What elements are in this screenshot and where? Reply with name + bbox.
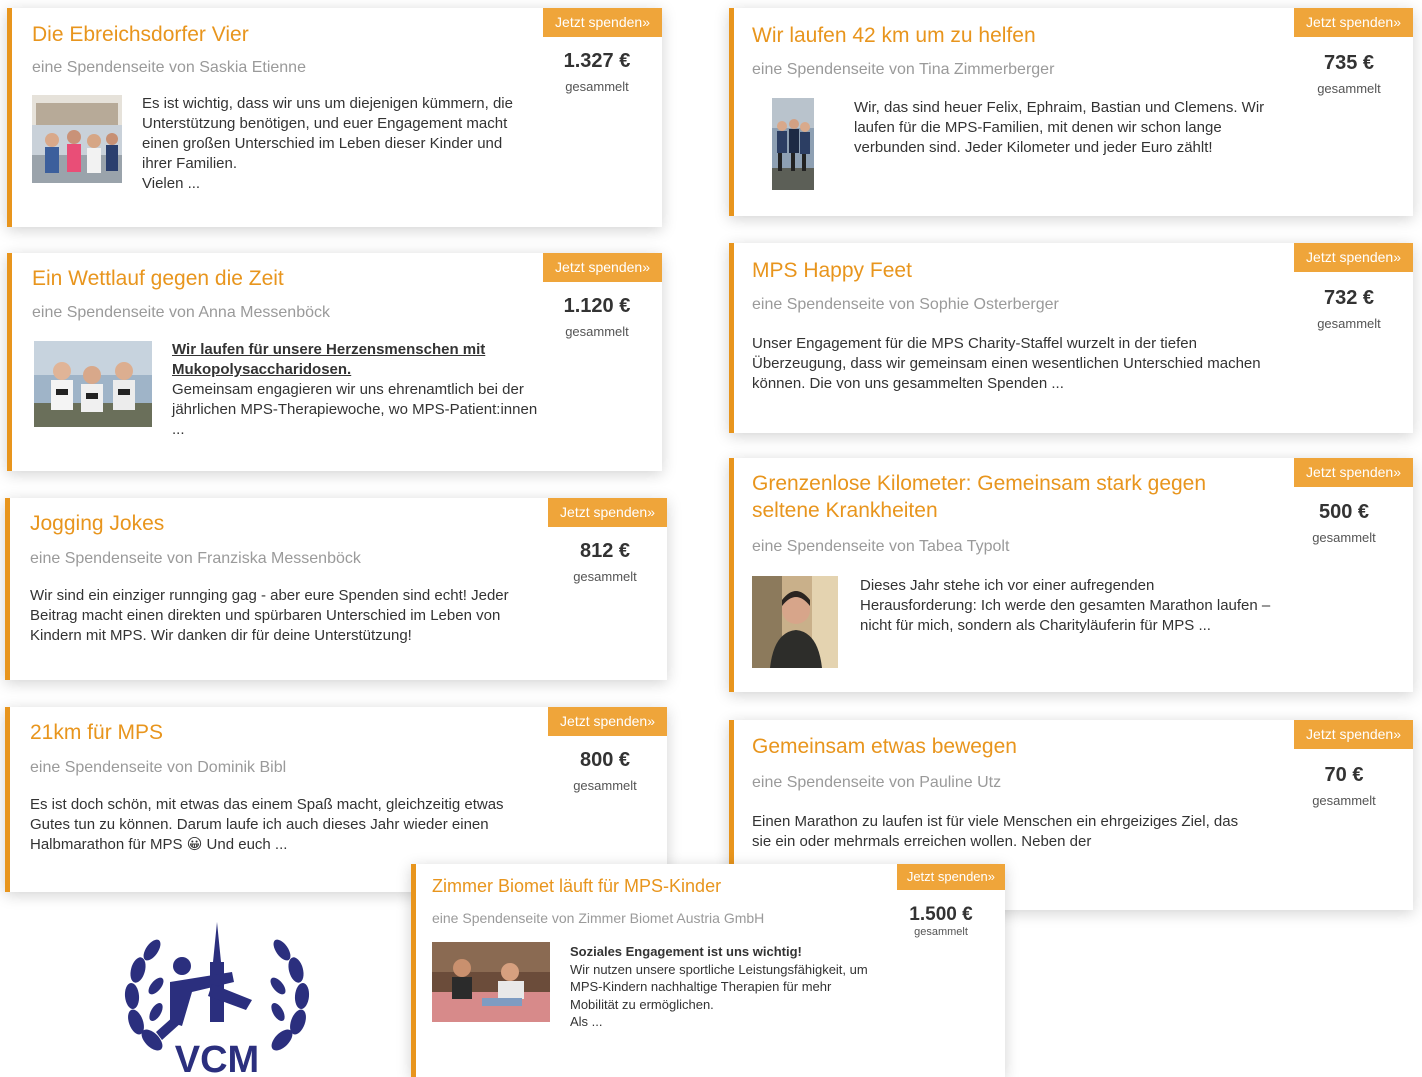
card-text: Gemeinsam engagieren wir uns ehrenamtlic… xyxy=(172,381,538,438)
amount-collected: 1.327 € gesammelt xyxy=(542,50,652,94)
runners-photo xyxy=(34,341,152,427)
amount-label: gesammelt xyxy=(573,778,637,793)
donate-button[interactable]: Jetzt spenden» xyxy=(543,8,662,37)
donate-button[interactable]: Jetzt spenden» xyxy=(543,253,662,282)
amount-collected: 1.500 € gesammelt xyxy=(891,904,991,938)
amount-label: gesammelt xyxy=(1312,530,1376,545)
card-title[interactable]: Jogging Jokes xyxy=(30,510,530,537)
donate-button[interactable]: Jetzt spenden» xyxy=(1294,458,1413,487)
amount-label: gesammelt xyxy=(573,569,637,584)
amount-label: gesammelt xyxy=(565,79,629,94)
amount-value: 1.500 € xyxy=(909,904,973,925)
logo-text: VCM xyxy=(175,1039,259,1077)
amount-label: gesammelt xyxy=(1317,81,1381,96)
card-subtitle: eine Spendenseite von Anna Messenböck xyxy=(32,304,330,321)
card-description: Dieses Jahr stehe ich vor einer aufregen… xyxy=(860,577,1271,634)
team-photo xyxy=(772,98,814,190)
fundraiser-card[interactable]: Jetzt spenden» Ein Wettlauf gegen die Ze… xyxy=(7,253,662,471)
card-description: Es ist wichtig, dass wir uns um diejenig… xyxy=(142,95,513,192)
card-subtitle: eine Spendenseite von Sophie Osterberger xyxy=(752,296,1059,313)
amount-value: 800 € xyxy=(579,749,631,771)
amount-collected: 812 € gesammelt xyxy=(550,540,660,584)
fundraiser-card[interactable]: Jetzt spenden» Jogging Jokes eine Spende… xyxy=(5,498,667,680)
donate-button[interactable]: Jetzt spenden» xyxy=(1294,720,1413,749)
amount-value: 1.327 € xyxy=(563,50,631,72)
card-subtitle: eine Spendenseite von Franziska Messenbö… xyxy=(30,550,361,567)
fundraiser-card[interactable]: Jetzt spenden» MPS Happy Feet eine Spend… xyxy=(729,243,1413,433)
card-subtitle: eine Spendenseite von Tina Zimmerberger xyxy=(752,61,1055,78)
amount-collected: 1.120 € gesammelt xyxy=(542,295,652,339)
card-title[interactable]: Wir laufen 42 km um zu helfen xyxy=(752,22,1272,49)
donate-button[interactable]: Jetzt spenden» xyxy=(896,864,1005,890)
card-title[interactable]: Grenzenlose Kilometer: Gemeinsam stark g… xyxy=(752,470,1272,525)
card-description: Soziales Engagement ist uns wichtig! Wir… xyxy=(570,943,870,1031)
amount-label: gesammelt xyxy=(565,324,629,339)
amount-collected: 70 € gesammelt xyxy=(1289,764,1399,808)
card-title[interactable]: MPS Happy Feet xyxy=(752,257,1272,284)
fundraiser-card[interactable]: Jetzt spenden» Zimmer Biomet läuft für M… xyxy=(411,864,1005,1077)
card-title[interactable]: Ein Wettlauf gegen die Zeit xyxy=(32,265,532,292)
portrait-photo xyxy=(752,576,838,668)
amount-value: 70 € xyxy=(1324,764,1364,786)
donate-button[interactable]: Jetzt spenden» xyxy=(1294,8,1413,37)
amount-value: 732 € xyxy=(1323,287,1375,309)
card-title[interactable]: Die Ebreichsdorfer Vier xyxy=(32,21,532,48)
card-subtitle: eine Spendenseite von Saskia Etienne xyxy=(32,59,306,76)
card-headline: Wir laufen für unsere Herzensmenschen mi… xyxy=(172,341,486,378)
therapy-photo xyxy=(432,942,550,1022)
donate-button[interactable]: Jetzt spenden» xyxy=(548,707,667,736)
card-subtitle: eine Spendenseite von Pauline Utz xyxy=(752,774,1002,791)
amount-label: gesammelt xyxy=(914,926,968,938)
card-title[interactable]: Zimmer Biomet läuft für MPS-Kinder xyxy=(432,875,892,898)
card-description: Wir sind ein einziger runnging gag - abe… xyxy=(30,587,509,644)
amount-value: 735 € xyxy=(1323,52,1375,74)
fundraiser-card[interactable]: Jetzt spenden» Grenzenlose Kilometer: Ge… xyxy=(729,458,1413,692)
card-title[interactable]: 21km für MPS xyxy=(30,719,530,746)
amount-collected: 800 € gesammelt xyxy=(550,749,660,793)
vcm-logo: VCM xyxy=(122,922,312,1077)
card-description: Wir, das sind heuer Felix, Ephraim, Bast… xyxy=(854,99,1265,156)
card-description: Wir laufen für unsere Herzensmenschen mi… xyxy=(172,340,542,440)
amount-label: gesammelt xyxy=(1312,793,1376,808)
amount-label: gesammelt xyxy=(1317,316,1381,331)
card-subtitle: eine Spendenseite von Zimmer Biomet Aust… xyxy=(432,910,765,926)
card-description: Es ist doch schön, mit etwas das einem S… xyxy=(30,796,504,853)
card-subtitle: eine Spendenseite von Dominik Bibl xyxy=(30,759,287,776)
donate-button[interactable]: Jetzt spenden» xyxy=(1294,243,1413,272)
amount-value: 1.120 € xyxy=(563,295,631,317)
card-text: Wir nutzen unsere sportliche Leistungsfä… xyxy=(570,961,868,1030)
amount-collected: 500 € gesammelt xyxy=(1289,501,1399,545)
donate-button[interactable]: Jetzt spenden» xyxy=(548,498,667,527)
amount-collected: 735 € gesammelt xyxy=(1294,52,1404,96)
card-title[interactable]: Gemeinsam etwas bewegen xyxy=(752,733,1272,760)
fundraiser-card[interactable]: Jetzt spenden» Die Ebreichsdorfer Vier e… xyxy=(7,8,662,227)
amount-collected: 732 € gesammelt xyxy=(1294,287,1404,331)
card-description: Unser Engagement für die MPS Charity-Sta… xyxy=(752,335,1261,392)
amount-value: 500 € xyxy=(1318,501,1370,523)
fundraiser-card[interactable]: Jetzt spenden» Wir laufen 42 km um zu he… xyxy=(729,8,1413,216)
amount-value: 812 € xyxy=(579,540,631,562)
card-subtitle: eine Spendenseite von Tabea Typolt xyxy=(752,538,1010,555)
card-headline: Soziales Engagement ist uns wichtig! xyxy=(570,944,802,959)
card-description: Einen Marathon zu laufen ist für viele M… xyxy=(752,813,1239,850)
group-photo xyxy=(32,95,122,183)
